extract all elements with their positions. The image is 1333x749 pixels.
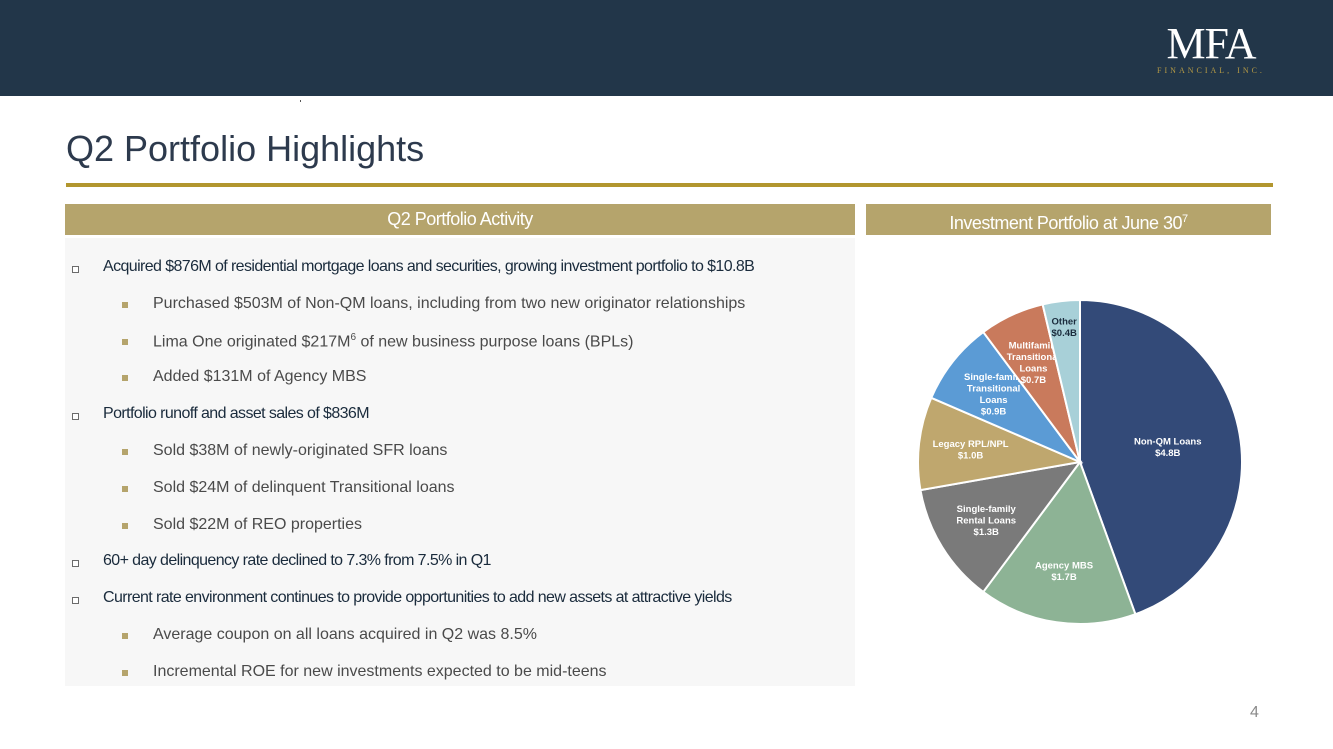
- pie-svg: Non-QM Loans$4.8B Agency MBS$1.7B Single-f…: [917, 298, 1243, 625]
- bullet-text: Incremental ROE for new investments expe…: [153, 663, 607, 681]
- main-bullet-item: Acquired $876M of residential mortgage l…: [65, 258, 855, 295]
- main-bullet-item: Portfolio runoff and asset sales of $836…: [65, 405, 855, 442]
- portfolio-heading-text: Investment Portfolio at June 30: [949, 213, 1183, 233]
- bullet-text: Sold $38M of newly-originated SFR loans: [153, 442, 447, 460]
- pie-slice-label: $0.7B: [1021, 375, 1046, 386]
- bullet-text-part: Portfolio runoff and asset sales of $836…: [103, 405, 370, 423]
- square-outline-bullet-icon: [72, 560, 79, 568]
- bullet-text-part: Incremental ROE for new investments expe…: [153, 662, 607, 680]
- pie-slice-label: Single-family: [957, 504, 1017, 515]
- bullet-text-part: 60+ day delinquency rate declined to 7.3…: [103, 552, 491, 570]
- bullet-text: Added $131M of Agency MBS: [153, 368, 366, 386]
- activity-list: Acquired $876M of residential mortgage l…: [65, 258, 855, 700]
- sub-bullet-item: Sold $24M of delinquent Transitional loa…: [65, 479, 855, 516]
- square-filled-bullet-icon: [122, 301, 128, 308]
- bullet-text-part: Acquired $876M of residential mortgage l…: [103, 258, 755, 275]
- portfolio-pie-chart: Non-QM Loans $4.8B Agency MBS $1.7B Single-f…: [866, 245, 1271, 685]
- bullet-text-part: Average coupon on all loans acquired in …: [153, 625, 537, 643]
- bullet-text: Current rate environment continues to pr…: [103, 589, 732, 607]
- main-bullet-item: Current rate environment continues to pr…: [65, 589, 855, 626]
- pie-slice-label: Transitional: [967, 383, 1020, 394]
- pie-slice-label: $1.0B: [958, 450, 983, 461]
- square-filled-bullet-icon: [122, 485, 128, 492]
- sub-bullet-item: Lima One originated $217M6 of new busine…: [65, 332, 855, 369]
- bullet-text-part: Sold $24M of delinquent Transitional loa…: [153, 478, 455, 496]
- pie-slice-label: Loans: [980, 395, 1008, 406]
- square-filled-bullet-icon: [122, 632, 128, 639]
- bullet-text: Portfolio runoff and asset sales of $836…: [103, 405, 370, 423]
- bullet-text-part: Added $131M of Agency MBS: [153, 368, 367, 386]
- pie-slice-label: Legacy RPL/NPL: [933, 439, 1009, 450]
- square-filled-bullet-icon: [122, 375, 128, 382]
- bullet-text: Purchased $503M of Non-QM loans, includi…: [153, 295, 745, 313]
- square-filled-bullet-icon: [122, 522, 128, 529]
- portfolio-heading-footnote: 7: [1182, 213, 1188, 225]
- square-outline-bullet-icon: [72, 413, 79, 421]
- bullet-text-part: Purchased $503M of Non-QM loans, includi…: [153, 294, 746, 312]
- title-divider: [66, 183, 1273, 187]
- bullet-text: Sold $24M of delinquent Transitional loa…: [153, 479, 455, 497]
- pie-slice-label: Rental Loans: [956, 515, 1016, 526]
- square-outline-bullet-icon: [72, 266, 79, 273]
- activity-panel: Acquired $876M of residential mortgage l…: [65, 238, 855, 686]
- square-filled-bullet-icon: [122, 448, 128, 455]
- sub-bullet-item: Sold $22M of REO properties: [65, 516, 855, 553]
- bullet-text: Average coupon on all loans acquired in …: [153, 626, 537, 644]
- pie-slice-label: $0.9B: [981, 406, 1006, 417]
- header-band: [0, 0, 1333, 96]
- logo-subtitle: FINANCIAL, INC.: [1157, 66, 1265, 75]
- bullet-text: Lima One originated $217M6 of new busine…: [153, 332, 634, 351]
- pie-slice-label: Other: [1052, 317, 1078, 328]
- main-bullet-item: 60+ day delinquency rate declined to 7.3…: [65, 552, 855, 589]
- page-number: 4: [1250, 704, 1259, 721]
- pie-slice-label: Loans: [1019, 363, 1047, 374]
- sub-bullet-item: Purchased $503M of Non-QM loans, includi…: [65, 295, 855, 332]
- square-filled-bullet-icon: [122, 669, 128, 676]
- pie-slice-label: Agency MBS: [1035, 561, 1093, 572]
- sub-bullet-item: Average coupon on all loans acquired in …: [65, 626, 855, 663]
- bullet-text-part: of new business purpose loans (BPLs): [356, 332, 634, 350]
- sub-bullet-item: Added $131M of Agency MBS: [65, 368, 855, 405]
- pie-slice-label: $4.8B: [1155, 448, 1180, 459]
- sub-bullet-item: Incremental ROE for new investments expe…: [65, 663, 855, 700]
- logo-wordmark: MFA: [1166, 19, 1256, 68]
- pie-slice-label: $0.4B: [1052, 328, 1077, 339]
- bullet-text-part: Sold $38M of newly-originated SFR loans: [153, 441, 448, 459]
- portfolio-heading: Investment Portfolio at June 307: [866, 204, 1271, 235]
- square-filled-bullet-icon: [122, 338, 128, 345]
- pie-slice-label: Non-QM Loans: [1134, 436, 1202, 447]
- company-logo: MFA FINANCIAL, INC.: [1150, 19, 1272, 76]
- pie-slice-label: $1.3B: [974, 527, 999, 538]
- sub-bullet-item: Sold $38M of newly-originated SFR loans: [65, 442, 855, 479]
- bullet-text-part: Current rate environment continues to pr…: [103, 589, 732, 607]
- bullet-text: Sold $22M of REO properties: [153, 516, 362, 534]
- bullet-text-part: Sold $22M of REO properties: [153, 515, 362, 533]
- activity-heading: Q2 Portfolio Activity: [65, 204, 855, 235]
- square-outline-bullet-icon: [72, 597, 79, 605]
- stray-mark: [300, 100, 301, 102]
- pie-slice-label: $1.7B: [1051, 572, 1076, 583]
- bullet-text: 60+ day delinquency rate declined to 7.3…: [103, 552, 491, 570]
- bullet-text-part: Lima One originated $217M: [153, 332, 351, 350]
- bullet-text: Acquired $876M of residential mortgage l…: [103, 258, 755, 276]
- page-title: Q2 Portfolio Highlights: [66, 128, 425, 169]
- pie-slice-label: Transitional: [1007, 352, 1060, 363]
